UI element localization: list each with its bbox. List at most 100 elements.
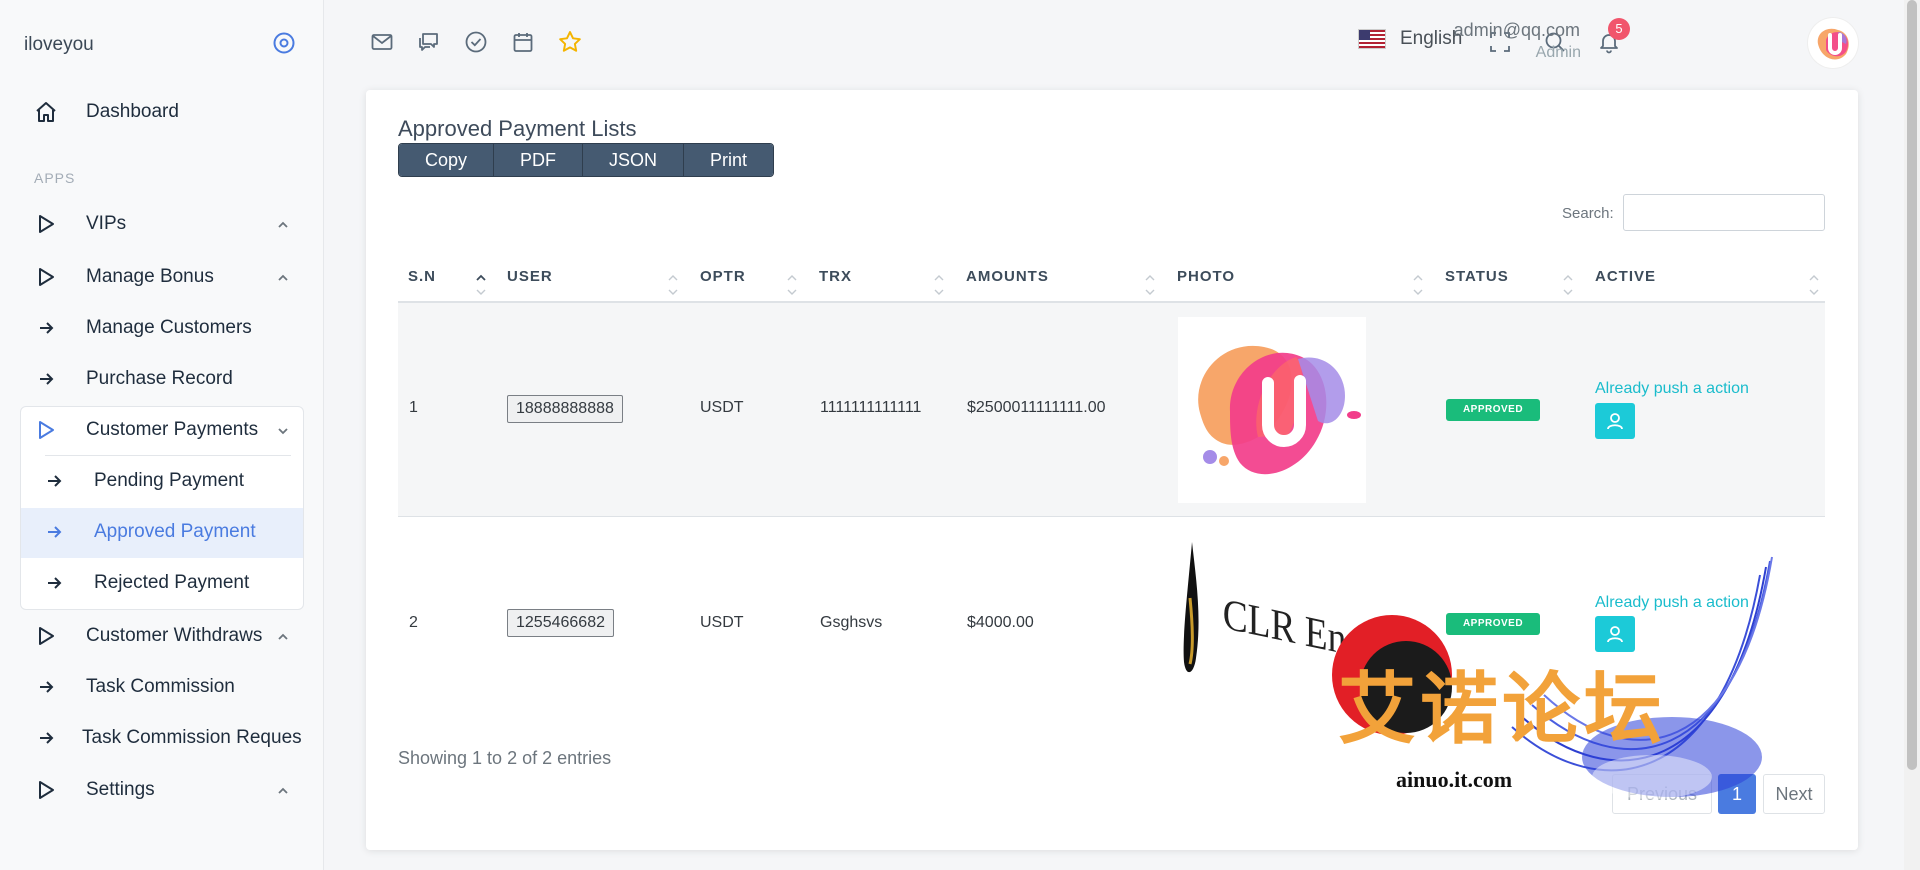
row-amount: $4000.00: [967, 614, 1034, 631]
sidebar-item-dashboard[interactable]: Dashboard: [20, 87, 304, 137]
play-icon: [32, 622, 60, 650]
sidebar-item-vips[interactable]: VIPs: [20, 199, 304, 249]
user-action-button[interactable]: [1595, 616, 1635, 652]
action-status-text: Already push a action: [1595, 380, 1749, 397]
column-header-amounts[interactable]: AMOUNTS: [966, 268, 1049, 285]
sort-icon[interactable]: [1809, 272, 1819, 298]
pdf-button[interactable]: PDF: [494, 144, 584, 176]
row-sn: 2: [409, 614, 418, 631]
sidebar-item-label: Purchase Record: [86, 368, 233, 389]
pagination-page-1[interactable]: 1: [1718, 774, 1756, 814]
arrow-right-icon: [40, 569, 68, 597]
sidebar-item-task-commission[interactable]: Task Commission: [20, 662, 304, 712]
print-button[interactable]: Print: [684, 144, 774, 176]
pagination-next[interactable]: Next: [1763, 774, 1825, 814]
page-scrollbar[interactable]: [1904, 0, 1920, 870]
arrow-right-icon: [40, 467, 68, 495]
row-trx: Gsghsvs: [820, 614, 883, 631]
page-title: Approved Payment Lists: [398, 116, 637, 141]
chat-icon[interactable]: [412, 26, 444, 58]
sidebar-item-pending-payment[interactable]: Pending Payment: [28, 456, 312, 506]
user-icon: [1607, 626, 1623, 643]
language-selector[interactable]: English: [1358, 28, 1462, 50]
arrow-right-icon: [32, 314, 60, 342]
column-header-sn[interactable]: S.N: [408, 268, 436, 285]
sidebar-item-label: Approved Payment: [94, 521, 256, 542]
sidebar-item-approved-payment[interactable]: Approved Payment: [28, 507, 312, 557]
table-info: Showing 1 to 2 of 2 entries: [398, 748, 612, 768]
chevron-up-icon: [276, 269, 290, 283]
chevron-down-icon: [276, 422, 290, 436]
sort-icon[interactable]: [1563, 272, 1573, 298]
user-phone-button[interactable]: 18888888888: [507, 395, 623, 423]
row-trx: 1111111111111: [820, 399, 922, 416]
notification-count-badge: 5: [1608, 18, 1630, 40]
sort-icon[interactable]: [934, 272, 944, 298]
payment-photo[interactable]: [1178, 317, 1366, 503]
row-sn: 1: [409, 399, 418, 416]
arrow-right-icon: [32, 724, 60, 752]
sidebar-item-customer-payments[interactable]: Customer Payments: [20, 405, 304, 455]
play-icon: [32, 776, 60, 804]
row-amount: $2500011111111.00: [967, 399, 1106, 416]
sort-asc-icon[interactable]: [476, 272, 486, 298]
column-header-active[interactable]: ACTIVE: [1595, 268, 1656, 285]
column-header-trx[interactable]: TRX: [819, 268, 852, 285]
column-header-optr[interactable]: OPTR: [700, 268, 746, 285]
arrow-right-icon: [32, 673, 60, 701]
sidebar-item-customer-withdraws[interactable]: Customer Withdraws: [20, 611, 304, 661]
status-badge: APPROVED: [1446, 613, 1540, 635]
sidebar-item-label: Customer Payments: [86, 419, 259, 440]
sidebar-item-purchase-record[interactable]: Purchase Record: [20, 354, 304, 404]
sidebar-item-label: Task Commission Reques: [82, 727, 302, 748]
copy-button[interactable]: Copy: [399, 144, 495, 176]
brand-name[interactable]: iloveyou: [24, 34, 94, 56]
sidebar-item-label: Pending Payment: [94, 470, 244, 491]
user-phone-button[interactable]: 1255466682: [507, 609, 614, 637]
sidebar-item-label: Rejected Payment: [94, 572, 250, 593]
sidebar-section-label: APPS: [34, 170, 76, 186]
row-divider: [398, 516, 1825, 517]
pagination-previous[interactable]: Previous: [1612, 774, 1712, 814]
home-icon: [32, 98, 60, 126]
calendar-icon[interactable]: [507, 26, 539, 58]
row-optr: USDT: [700, 399, 744, 416]
chevron-up-icon: [276, 216, 290, 230]
scrollbar-thumb[interactable]: [1907, 0, 1917, 770]
sidebar-item-settings[interactable]: Settings: [20, 765, 304, 815]
status-badge: APPROVED: [1446, 399, 1540, 421]
star-icon[interactable]: [554, 26, 586, 58]
search-input[interactable]: [1623, 194, 1825, 231]
user-role: Admin: [1535, 44, 1581, 61]
sidebar-item-rejected-payment[interactable]: Rejected Payment: [28, 558, 312, 608]
user-action-button[interactable]: [1595, 403, 1635, 439]
action-status-text: Already push a action: [1595, 594, 1749, 611]
sidebar-item-label: Task Commission: [86, 676, 235, 697]
payment-photo[interactable]: CLR Energy: [1178, 538, 1412, 698]
column-header-status[interactable]: STATUS: [1445, 268, 1509, 285]
json-button[interactable]: JSON: [583, 144, 685, 176]
column-header-user[interactable]: USER: [507, 268, 553, 285]
play-icon: [32, 263, 60, 291]
sidebar-item-manage-customers[interactable]: Manage Customers: [20, 303, 304, 353]
check-circle-icon[interactable]: [460, 26, 492, 58]
us-flag-icon: [1358, 29, 1386, 49]
export-button-group: Copy PDF JSON Print: [398, 143, 775, 177]
user-icon: [1607, 413, 1623, 430]
arrow-right-icon: [40, 518, 68, 546]
column-header-photo[interactable]: PHOTO: [1177, 268, 1235, 285]
sidebar-item-label: Manage Bonus: [86, 266, 214, 287]
avatar[interactable]: [1808, 18, 1858, 68]
user-email[interactable]: admin@qq.com: [1454, 20, 1580, 41]
sort-icon[interactable]: [1413, 272, 1423, 298]
sidebar-item-label: Dashboard: [86, 101, 179, 122]
sidebar-toggle-icon[interactable]: [272, 31, 296, 55]
sort-icon[interactable]: [668, 272, 678, 298]
sidebar-item-label: Customer Withdraws: [86, 625, 263, 646]
sort-icon[interactable]: [1145, 272, 1155, 298]
sidebar-item-task-commission-request[interactable]: Task Commission Reques: [20, 713, 304, 763]
sort-icon[interactable]: [787, 272, 797, 298]
mail-icon[interactable]: [366, 26, 398, 58]
arrow-right-icon: [32, 365, 60, 393]
sidebar-item-manage-bonus[interactable]: Manage Bonus: [20, 252, 304, 302]
